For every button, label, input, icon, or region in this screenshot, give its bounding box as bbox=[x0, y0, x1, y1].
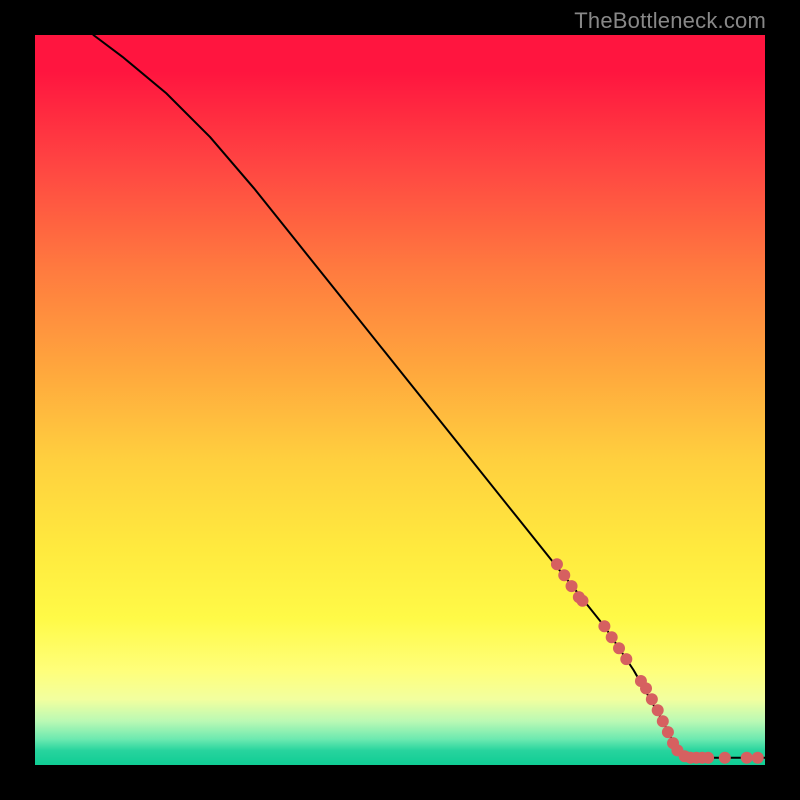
curve-path bbox=[93, 35, 765, 758]
data-point bbox=[657, 715, 669, 727]
data-point bbox=[640, 682, 652, 694]
chart-frame: TheBottleneck.com bbox=[0, 0, 800, 800]
data-point bbox=[598, 620, 610, 632]
data-point bbox=[620, 653, 632, 665]
data-point bbox=[577, 595, 589, 607]
chart-overlay bbox=[35, 35, 765, 765]
data-point bbox=[741, 752, 753, 764]
data-point bbox=[752, 752, 764, 764]
data-point bbox=[613, 642, 625, 654]
data-point bbox=[551, 558, 563, 570]
data-point bbox=[719, 752, 731, 764]
watermark-text: TheBottleneck.com bbox=[574, 8, 766, 34]
main-curve bbox=[93, 35, 765, 758]
data-point bbox=[662, 726, 674, 738]
data-point bbox=[566, 580, 578, 592]
data-point bbox=[646, 693, 658, 705]
data-point bbox=[702, 752, 714, 764]
data-point bbox=[558, 569, 570, 581]
data-point bbox=[606, 631, 618, 643]
data-points bbox=[551, 558, 764, 763]
data-point bbox=[652, 704, 664, 716]
